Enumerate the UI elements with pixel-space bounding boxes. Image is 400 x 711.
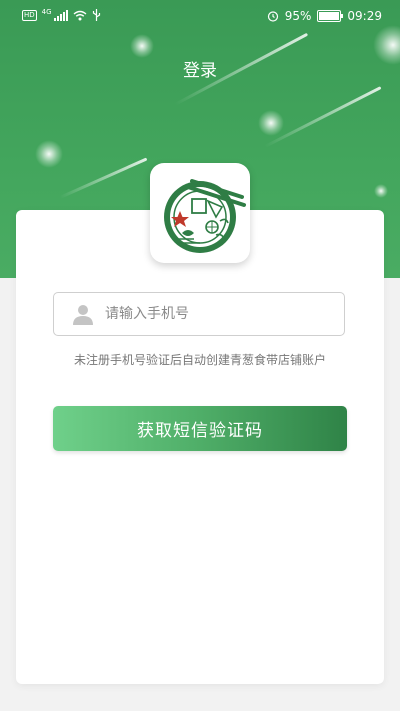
signal-icon [53, 9, 68, 21]
decorative-streak [59, 157, 148, 199]
alarm-icon [267, 11, 278, 22]
battery-percent: 95% [284, 9, 312, 23]
phone-input[interactable] [103, 305, 344, 323]
registration-hint: 未注册手机号验证后自动创建青葱食带店铺账户 [73, 353, 326, 367]
hd-badge: HD [22, 9, 37, 21]
battery-icon [317, 10, 344, 22]
user-icon [73, 305, 93, 325]
page-title: 登录 [183, 61, 217, 81]
decorative-glow [130, 34, 154, 58]
bowl-logo-icon [164, 179, 246, 253]
usb-icon [92, 9, 100, 21]
decorative-glow [374, 184, 388, 198]
phone-field[interactable] [53, 292, 345, 336]
clock: 09:29 [347, 9, 382, 23]
network-type: 4G [41, 8, 52, 16]
decorative-glow [35, 140, 63, 168]
wifi-icon [73, 10, 86, 20]
decorative-glow [258, 110, 284, 136]
get-verification-code-button[interactable]: 获取短信验证码 [53, 406, 347, 451]
app-logo [150, 163, 250, 263]
status-bar: HD 4G 95% 09:29 [0, 0, 400, 34]
